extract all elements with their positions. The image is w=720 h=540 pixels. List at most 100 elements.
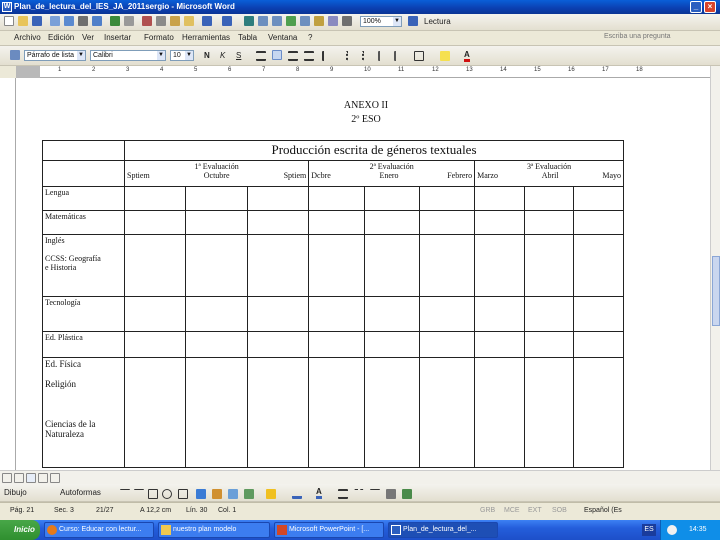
month-cell[interactable] (523, 356, 575, 469)
document-page[interactable]: ANEXO II 2º ESO Producción escrita de gé… (16, 78, 710, 470)
month-cell[interactable] (418, 356, 476, 469)
menu-archivo[interactable]: Archivo (14, 33, 41, 42)
month-cell[interactable] (123, 186, 187, 212)
decrease-indent-icon[interactable] (378, 51, 388, 61)
month-cell[interactable] (418, 186, 476, 212)
status-mce[interactable]: MCE (504, 507, 520, 514)
month-cell[interactable] (185, 186, 248, 212)
subject-cell[interactable]: Matemáticas (42, 210, 125, 235)
month-cell[interactable] (363, 233, 420, 298)
month-cell[interactable] (185, 330, 248, 358)
autoshapes-menu[interactable]: Autoformas (60, 488, 101, 497)
month-cell[interactable] (418, 233, 476, 298)
month-cell[interactable] (418, 210, 476, 235)
document-map-icon[interactable] (328, 16, 338, 26)
text-color-icon[interactable]: A (316, 487, 322, 499)
month-cell[interactable] (418, 330, 476, 358)
dash-style-icon[interactable] (354, 489, 364, 499)
menu-insertar[interactable]: Insertar (104, 33, 131, 42)
drawing-icon[interactable] (314, 16, 324, 26)
wordart-icon[interactable] (196, 489, 206, 499)
close-button[interactable]: × (704, 1, 716, 13)
spelling-icon[interactable] (110, 16, 120, 26)
month-cell[interactable] (185, 210, 248, 235)
help-question-box[interactable]: Escriba una pregunta (604, 33, 671, 40)
open-folder-icon[interactable] (18, 16, 28, 26)
new-document-icon[interactable] (4, 16, 14, 26)
reading-view-icon[interactable] (50, 473, 60, 483)
tables-borders-icon[interactable] (258, 16, 268, 26)
month-cell[interactable] (246, 210, 310, 235)
month-cell[interactable] (418, 296, 476, 332)
scroll-thumb[interactable] (712, 256, 720, 326)
style-combo[interactable]: Párrafo de lista ▼ (24, 50, 86, 61)
vertical-scrollbar[interactable] (710, 66, 720, 470)
textbox-icon[interactable] (178, 489, 188, 499)
month-cell[interactable] (185, 296, 248, 332)
align-right-icon[interactable] (288, 51, 298, 61)
month-cell[interactable] (573, 233, 624, 298)
columns-icon[interactable] (300, 16, 310, 26)
month-cell[interactable] (246, 186, 310, 212)
status-grb[interactable]: GRB (480, 507, 495, 514)
month-cell[interactable] (246, 233, 310, 298)
subject-cell[interactable]: Lengua (42, 186, 125, 212)
month-cell[interactable] (185, 356, 248, 469)
minimize-button[interactable]: _ (690, 1, 702, 13)
borders-icon[interactable] (414, 51, 424, 61)
diagram-icon[interactable] (212, 489, 222, 499)
menu-tabla[interactable]: Tabla (238, 33, 257, 42)
month-cell[interactable] (246, 356, 310, 469)
month-cell[interactable] (246, 296, 310, 332)
align-left-icon[interactable] (256, 51, 266, 61)
redo-icon[interactable] (222, 16, 232, 26)
month-cell[interactable] (123, 233, 187, 298)
font-size-combo[interactable]: 10 ▼ (170, 50, 194, 61)
insert-table-icon[interactable] (272, 16, 282, 26)
taskbar-item-folder[interactable]: nuestro plan modelo (158, 522, 270, 538)
web-view-icon[interactable] (14, 473, 24, 483)
menu-ver[interactable]: Ver (82, 33, 94, 42)
font-combo[interactable]: Calibri ▼ (90, 50, 166, 61)
normal-view-icon[interactable] (2, 473, 12, 483)
menu-formato[interactable]: Formato (144, 33, 174, 42)
language-indicator[interactable]: ES (642, 524, 656, 536)
3d-icon[interactable] (402, 489, 412, 499)
numbering-icon[interactable] (346, 51, 356, 61)
show-hide-icon[interactable] (342, 16, 352, 26)
month-cell[interactable] (308, 296, 365, 332)
month-cell[interactable] (474, 186, 525, 212)
undo-icon[interactable] (202, 16, 212, 26)
month-cell[interactable] (523, 186, 575, 212)
subject-cell[interactable]: Ed. Plástica (42, 330, 125, 358)
month-cell[interactable] (308, 186, 365, 212)
format-painter-icon[interactable] (184, 16, 194, 26)
month-cell[interactable] (474, 330, 525, 358)
menu-help[interactable]: ? (308, 33, 312, 42)
word-app-icon[interactable]: W (2, 2, 12, 12)
paste-icon[interactable] (170, 16, 180, 26)
month-cell[interactable] (474, 233, 525, 298)
month-cell[interactable] (474, 356, 525, 469)
shadow-icon[interactable] (386, 489, 396, 499)
taskbar-item-powerpoint[interactable]: Microsoft PowerPoint - [... (274, 522, 384, 538)
research-icon[interactable] (124, 16, 134, 26)
month-cell[interactable] (523, 296, 575, 332)
copy-icon[interactable] (156, 16, 166, 26)
month-cell[interactable] (123, 210, 187, 235)
taskbar-item-word[interactable]: Plan_de_lectura_del_... (388, 522, 498, 538)
justify-icon[interactable] (304, 51, 314, 61)
month-cell[interactable] (523, 330, 575, 358)
taskbar-item-browser[interactable]: Curso: Educar con lectur... (44, 522, 154, 538)
clipart-icon[interactable] (228, 489, 238, 499)
month-cell[interactable] (474, 296, 525, 332)
month-cell[interactable] (523, 210, 575, 235)
status-ext[interactable]: EXT (528, 507, 542, 514)
print-icon[interactable] (78, 16, 88, 26)
hyperlink-icon[interactable] (244, 16, 254, 26)
month-cell[interactable] (246, 330, 310, 358)
line-spacing-icon[interactable] (322, 51, 332, 61)
line-style-icon[interactable] (338, 489, 348, 499)
cut-icon[interactable] (142, 16, 152, 26)
subject-cell[interactable]: Inglés CCSS: Geografía e Historia (42, 233, 125, 298)
